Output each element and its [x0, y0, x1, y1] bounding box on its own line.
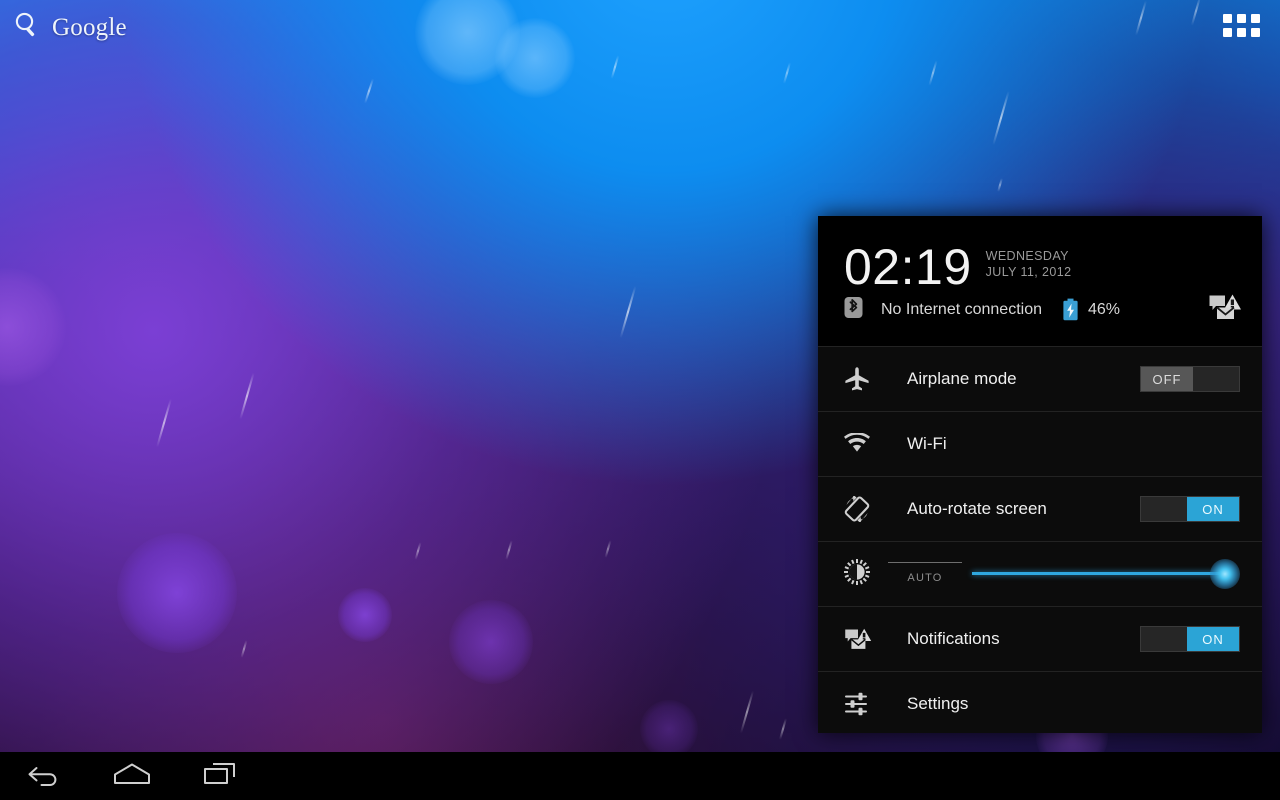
qs-label-auto-rotate: Auto-rotate screen [907, 499, 1047, 518]
search-icon[interactable] [12, 10, 42, 45]
light-streak [610, 55, 620, 79]
bokeh-circle [495, 18, 575, 98]
light-streak [928, 60, 938, 86]
light-streak [1190, 0, 1202, 26]
light-streak [997, 177, 1003, 193]
toggle-auto-rotate[interactable]: ON [1140, 496, 1240, 522]
google-wordmark: Google [52, 13, 127, 41]
qs-row-auto-rotate[interactable]: Auto-rotate screen ON [818, 476, 1262, 541]
battery-level: 46% [1088, 300, 1121, 318]
light-streak [619, 285, 637, 339]
app-drawer-button[interactable] [1223, 14, 1260, 37]
apps-grid-icon [1251, 28, 1260, 37]
bokeh-circle [117, 533, 237, 653]
brightness-auto-label: AUTO [907, 572, 943, 584]
quick-settings-header: 02:19 WEDNESDAY JULY 11, 2012 No Interne… [818, 216, 1262, 346]
bokeh-circle [449, 600, 533, 684]
apps-grid-icon [1223, 28, 1232, 37]
light-streak [414, 542, 422, 560]
clock-time: 02:19 [844, 239, 972, 295]
apps-grid-icon [1251, 14, 1260, 23]
clock-date: WEDNESDAY JULY 11, 2012 [986, 242, 1072, 280]
google-search-widget[interactable]: Google [12, 10, 127, 45]
light-streak [992, 90, 1010, 146]
apps-grid-icon [1237, 14, 1246, 23]
toggle-thumb: OFF [1141, 367, 1193, 391]
battery-charging-icon [1062, 298, 1079, 321]
brightness-slider-track [972, 572, 1226, 575]
bokeh-circle [640, 700, 698, 758]
bluetooth-icon [844, 296, 863, 324]
toggle-airplane-mode[interactable]: OFF [1140, 366, 1240, 392]
qs-label-airplane-mode: Airplane mode [907, 369, 1017, 388]
qs-label-settings: Settings [907, 694, 969, 713]
wifi-icon [844, 433, 878, 455]
navigation-bar [0, 752, 1280, 800]
light-streak [1135, 0, 1147, 36]
light-streak [604, 540, 612, 558]
apps-grid-icon [1237, 28, 1246, 37]
nav-back-button[interactable] [22, 759, 66, 793]
brightness-auto-button[interactable]: AUTO [888, 562, 962, 586]
light-streak [240, 640, 248, 658]
qs-row-airplane-mode[interactable]: Airplane mode OFF [818, 346, 1262, 411]
toggle-thumb: ON [1187, 497, 1239, 521]
qs-label-notifications: Notifications [907, 629, 1000, 648]
qs-row-notifications[interactable]: Notifications ON [818, 606, 1262, 671]
brightness-slider[interactable] [972, 559, 1240, 589]
toggle-thumb: ON [1187, 627, 1239, 651]
sliders-icon [844, 691, 878, 717]
light-streak [779, 718, 787, 740]
bokeh-circle [0, 268, 66, 386]
home-icon [111, 761, 153, 792]
light-streak [739, 690, 755, 734]
airplane-icon [844, 366, 878, 392]
back-arrow-icon [26, 761, 62, 792]
qs-row-wifi[interactable]: Wi-Fi [818, 411, 1262, 476]
light-streak [364, 78, 374, 104]
quick-settings-panel: 02:19 WEDNESDAY JULY 11, 2012 No Interne… [818, 216, 1262, 733]
light-streak [239, 372, 255, 420]
qs-row-settings[interactable]: Settings [818, 671, 1262, 733]
notifications-alert-icon [844, 627, 878, 651]
qs-row-brightness[interactable]: AUTO [818, 541, 1262, 606]
toggle-notifications[interactable]: ON [1140, 626, 1240, 652]
brightness-icon [844, 558, 870, 590]
light-streak [156, 398, 172, 448]
bokeh-circle [338, 588, 392, 642]
light-streak [783, 62, 791, 84]
screen-rotation-icon [844, 496, 878, 522]
clock-date-text: JULY 11, 2012 [985, 265, 1072, 279]
apps-grid-icon [1223, 14, 1232, 23]
status-line: No Internet connection 46% [844, 293, 1242, 326]
qs-label-wifi: Wi-Fi [907, 434, 947, 453]
android-home-screen: Google 02:19 WEDNESDAY JULY 11, 2012 No … [0, 0, 1280, 800]
nav-recents-button[interactable] [198, 759, 242, 793]
clock-weekday: WEDNESDAY [985, 249, 1069, 263]
brightness-slider-thumb[interactable] [1210, 559, 1240, 589]
connection-status: No Internet connection [881, 300, 1042, 318]
bokeh-circle [415, 0, 520, 85]
light-streak [505, 540, 513, 560]
notifications-alert-icon [1208, 293, 1242, 326]
recents-icon [201, 761, 239, 792]
nav-home-button[interactable] [110, 759, 154, 793]
clock-block: 02:19 WEDNESDAY JULY 11, 2012 [844, 242, 1242, 292]
